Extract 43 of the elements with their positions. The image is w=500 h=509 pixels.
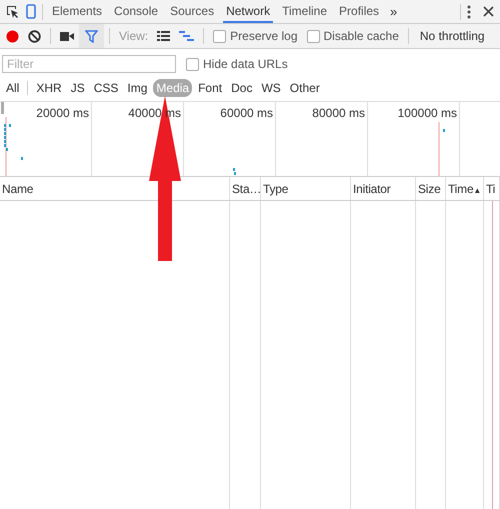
waterfall-view-icon[interactable] bbox=[179, 31, 194, 41]
filter-field[interactable]: Filter bbox=[2, 55, 176, 73]
type-filter[interactable]: JS bbox=[68, 79, 88, 97]
type-filter[interactable]: XHR bbox=[33, 79, 65, 97]
filter-icon bbox=[85, 30, 98, 42]
type-filter[interactable]: CSS bbox=[90, 79, 122, 97]
column-header[interactable]: Sta… bbox=[230, 177, 261, 200]
type-filter[interactable]: All bbox=[3, 79, 22, 97]
type-filter[interactable]: Doc bbox=[228, 79, 256, 97]
time-tick-label: 100000 ms bbox=[398, 106, 457, 120]
column-header[interactable]: Name bbox=[0, 177, 230, 200]
panel-tab[interactable]: Sources bbox=[167, 0, 218, 23]
column-header[interactable]: Ti bbox=[484, 177, 500, 200]
option-checkbox[interactable]: Disable cache bbox=[306, 29, 399, 43]
time-tick-label: 20000 ms bbox=[36, 106, 89, 120]
type-filter[interactable]: Other bbox=[286, 79, 323, 97]
column-header[interactable]: Initiator bbox=[351, 177, 416, 200]
panel-tab[interactable]: Console bbox=[111, 0, 162, 23]
column-header[interactable]: Size bbox=[416, 177, 446, 200]
hide-data-urls-checkbox[interactable]: Hide data URLs bbox=[186, 57, 288, 71]
more-options-icon[interactable] bbox=[467, 4, 471, 18]
type-filter[interactable]: Font bbox=[195, 79, 226, 97]
column-header[interactable]: Type bbox=[261, 177, 351, 200]
view-label: View: bbox=[119, 29, 148, 43]
option-checkbox[interactable]: Preserve log bbox=[213, 29, 298, 43]
device-icon[interactable] bbox=[26, 4, 36, 19]
panel-tab[interactable]: Timeline bbox=[279, 0, 330, 23]
type-filter[interactable]: WS bbox=[258, 79, 284, 97]
throttling-dropdown[interactable]: No throttling bbox=[418, 29, 485, 43]
camera-icon[interactable] bbox=[60, 32, 74, 40]
panel-tab[interactable]: Elements bbox=[49, 0, 106, 23]
more-tabs-button[interactable]: » bbox=[388, 4, 400, 19]
filter-button[interactable] bbox=[79, 24, 104, 48]
column-header[interactable]: Time▲ bbox=[446, 177, 484, 200]
time-tick-label: 60000 ms bbox=[220, 106, 273, 120]
list-view-icon[interactable] bbox=[157, 31, 170, 41]
type-filter[interactable]: Img bbox=[124, 79, 150, 97]
clear-icon[interactable] bbox=[28, 30, 41, 42]
panel-tab[interactable]: Profiles bbox=[336, 0, 382, 23]
inspect-icon[interactable] bbox=[6, 4, 20, 18]
time-tick-label: 80000 ms bbox=[312, 106, 365, 120]
record-icon[interactable] bbox=[6, 30, 19, 42]
close-icon[interactable] bbox=[483, 6, 494, 17]
